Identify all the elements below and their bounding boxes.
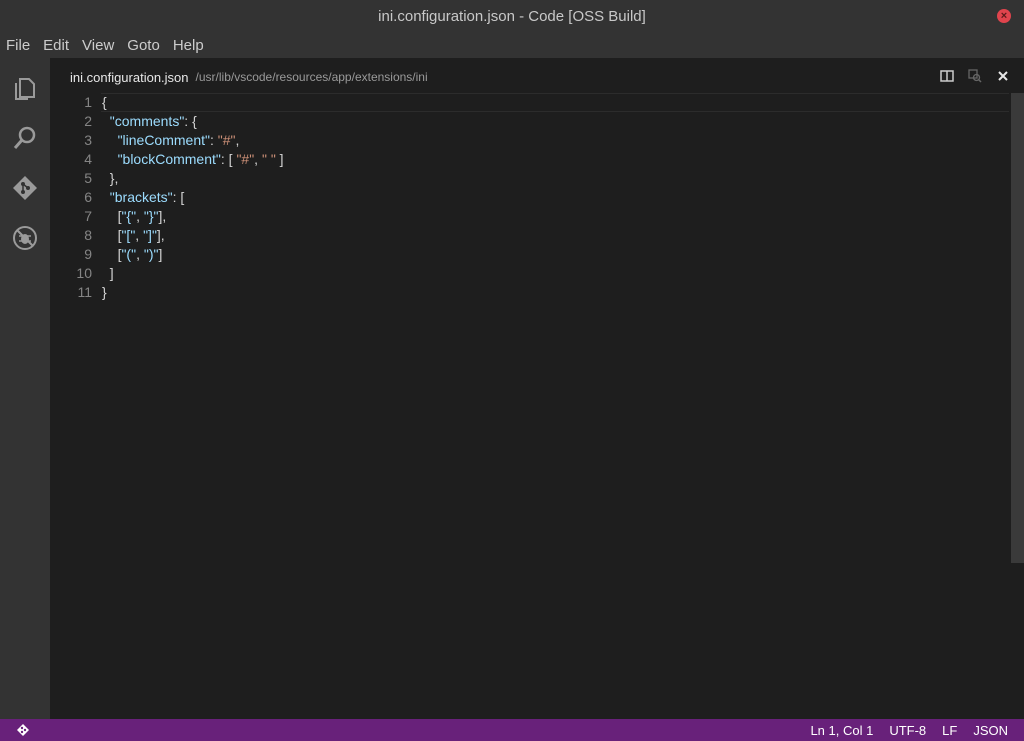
line-number: 4 xyxy=(84,151,92,167)
line-text: ["[", "]"], xyxy=(102,226,165,245)
line-number: 10 xyxy=(76,265,92,281)
json-key-token: "}" xyxy=(143,208,159,224)
search-icon[interactable] xyxy=(11,124,39,152)
punctuation-token: } xyxy=(102,284,107,300)
code-line[interactable]: 5 }, xyxy=(50,169,1024,188)
file-encoding[interactable]: UTF-8 xyxy=(889,723,926,738)
punctuation-token: , xyxy=(136,208,144,224)
cursor-position[interactable]: Ln 1, Col 1 xyxy=(810,723,873,738)
file-path: /usr/lib/vscode/resources/app/extensions… xyxy=(195,70,428,84)
line-text: ] xyxy=(102,264,114,283)
json-key-token: "[" xyxy=(121,227,136,243)
json-key-token: "(" xyxy=(121,246,137,262)
editor-title: ini.configuration.json /usr/lib/vscode/r… xyxy=(50,58,1024,96)
punctuation-token: ], xyxy=(156,227,165,243)
punctuation-token: ] xyxy=(275,151,284,167)
window-close-button[interactable]: × xyxy=(997,9,1011,23)
line-ending[interactable]: LF xyxy=(942,723,957,738)
files-icon[interactable] xyxy=(11,74,39,102)
line-number: 2 xyxy=(84,113,92,129)
json-key-token: "{" xyxy=(121,208,137,224)
git-branch-icon[interactable] xyxy=(16,723,30,737)
line-text: }, xyxy=(102,169,119,188)
menu-goto[interactable]: Goto xyxy=(127,34,160,58)
line-number: 5 xyxy=(84,170,92,186)
menu-file[interactable]: File xyxy=(6,34,30,58)
punctuation-token: , xyxy=(235,132,240,148)
line-number: 3 xyxy=(84,132,92,148)
menu-help[interactable]: Help xyxy=(173,34,204,58)
line-number: 8 xyxy=(84,227,92,243)
open-changes-icon[interactable] xyxy=(968,69,982,83)
code-line[interactable]: 4 "blockComment": [ "#", " " ] xyxy=(50,150,1024,169)
json-key-token: "brackets" xyxy=(109,189,173,205)
editor-scrollbar[interactable] xyxy=(1011,93,1024,563)
json-key-token: "comments" xyxy=(109,113,185,129)
punctuation-token: , xyxy=(135,227,144,243)
code-line[interactable]: 7 ["{", "}"], xyxy=(50,207,1024,226)
code-line[interactable]: 1{ xyxy=(50,93,1024,112)
punctuation-token: ] xyxy=(158,246,163,262)
line-text: "lineComment": "#", xyxy=(102,131,240,150)
code-area[interactable]: 1{2 "comments": {3 "lineComment": "#", 4 … xyxy=(50,93,1024,302)
json-key-token: "blockComment" xyxy=(117,151,221,167)
code-line[interactable]: 8 ["[", "]"], xyxy=(50,226,1024,245)
json-key-token: "lineComment" xyxy=(117,132,210,148)
line-text: ["{", "}"], xyxy=(102,207,167,226)
code-line[interactable]: 6 "brackets": [ xyxy=(50,188,1024,207)
editor-actions xyxy=(940,69,1010,83)
code-line[interactable]: 10 ] xyxy=(50,264,1024,283)
debug-icon[interactable] xyxy=(11,224,39,252)
line-number: 11 xyxy=(77,284,92,300)
punctuation-token: ], xyxy=(158,208,167,224)
punctuation-token: , xyxy=(136,246,144,262)
line-text: "blockComment": [ "#", " " ] xyxy=(102,150,284,169)
menu-view[interactable]: View xyxy=(82,34,114,58)
punctuation-token: }, xyxy=(109,170,119,186)
line-number: 1 xyxy=(84,94,92,110)
split-editor-icon[interactable] xyxy=(940,69,954,83)
activity-bar xyxy=(0,58,50,719)
json-string-token: " " xyxy=(261,151,276,167)
code-line[interactable]: 11} xyxy=(50,283,1024,302)
punctuation-token: ] xyxy=(109,265,114,281)
git-icon[interactable] xyxy=(11,174,39,202)
punctuation-token: : { xyxy=(184,113,197,129)
menu-edit[interactable]: Edit xyxy=(43,34,69,58)
json-string-token: "#" xyxy=(217,132,236,148)
punctuation-token: : xyxy=(209,132,218,148)
line-text: "comments": { xyxy=(102,112,197,131)
menu-bar: File Edit View Goto Help xyxy=(0,34,1024,58)
editor-pane: ini.configuration.json /usr/lib/vscode/r… xyxy=(50,58,1024,719)
punctuation-token: , xyxy=(254,151,262,167)
code-line[interactable]: 3 "lineComment": "#", xyxy=(50,131,1024,150)
json-string-token: "#" xyxy=(236,151,255,167)
punctuation-token: { xyxy=(102,94,107,110)
window-title: ini.configuration.json - Code [OSS Build… xyxy=(378,8,646,25)
punctuation-token: : [ xyxy=(172,189,185,205)
json-key-token: "]" xyxy=(143,227,157,243)
code-line[interactable]: 2 "comments": { xyxy=(50,112,1024,131)
line-number: 6 xyxy=(84,189,92,205)
punctuation-token: : [ xyxy=(220,151,237,167)
title-bar: ini.configuration.json - Code [OSS Build… xyxy=(0,0,1024,34)
language-mode[interactable]: JSON xyxy=(973,723,1008,738)
line-number: 9 xyxy=(84,246,92,262)
line-text: { xyxy=(102,93,107,112)
close-icon[interactable] xyxy=(996,69,1010,83)
file-name: ini.configuration.json xyxy=(70,69,189,85)
line-text: } xyxy=(102,283,107,302)
code-line[interactable]: 9 ["(", ")"] xyxy=(50,245,1024,264)
line-text: ["(", ")"] xyxy=(102,245,163,264)
line-text: "brackets": [ xyxy=(102,188,185,207)
status-bar: Ln 1, Col 1 UTF-8 LF JSON xyxy=(0,719,1024,741)
line-number: 7 xyxy=(84,208,92,224)
json-key-token: ")" xyxy=(143,246,159,262)
